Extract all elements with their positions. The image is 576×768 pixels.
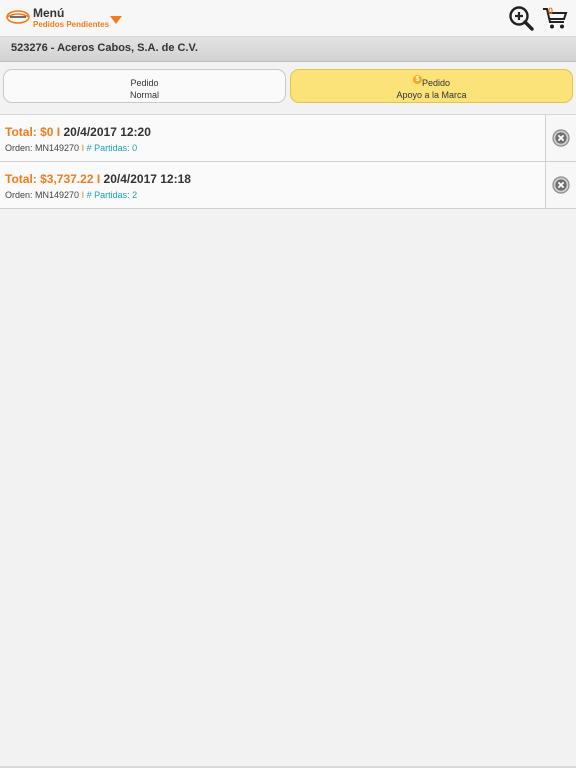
tab-line2: Apoyo a la Marca bbox=[396, 90, 467, 100]
separator: I bbox=[81, 143, 85, 153]
order-number: Orden: MN149270 bbox=[5, 190, 80, 200]
order-type-tabs: Pedido Normal $ Pedido Apoyo a la Marca bbox=[0, 62, 576, 115]
brand-logo-icon[interactable] bbox=[6, 10, 30, 24]
order-total: Total: $3,737.22 bbox=[5, 172, 94, 186]
order-summary: Total: $0 I 20/4/2017 12:20 bbox=[5, 125, 151, 139]
order-row[interactable]: Total: $3,737.22 I 20/4/2017 12:18 Orden… bbox=[0, 162, 576, 209]
customer-bar: 523276 - Aceros Cabos, S.A. de C.V. bbox=[0, 37, 576, 62]
order-item-count: # Partidas: 0 bbox=[86, 143, 138, 153]
tab-line1: Pedido bbox=[130, 78, 159, 88]
shopping-cart-icon[interactable] bbox=[541, 5, 569, 31]
separator: I bbox=[81, 190, 85, 200]
pending-orders-list: Total: $0 I 20/4/2017 12:20 Orden: MN149… bbox=[0, 115, 576, 209]
order-summary: Total: $3,737.22 I 20/4/2017 12:18 bbox=[5, 172, 191, 186]
tab-line1: Pedido bbox=[421, 78, 451, 88]
separator: I bbox=[96, 172, 101, 186]
tab-line2: Normal bbox=[129, 90, 159, 100]
order-details: Orden: MN149270 I # Partidas: 0 bbox=[5, 143, 137, 153]
tab-line1-wrap: $ Pedido bbox=[291, 75, 572, 88]
order-total: Total: $0 bbox=[5, 125, 54, 139]
order-details: Orden: MN149270 I # Partidas: 2 bbox=[5, 190, 137, 200]
order-date: 20/4/2017 12:20 bbox=[63, 125, 151, 139]
close-circle-icon[interactable] bbox=[552, 129, 570, 147]
separator: I bbox=[56, 125, 61, 139]
menu-subtitle[interactable]: Pedidos Pendientes bbox=[33, 20, 109, 29]
menu-button[interactable]: Menú bbox=[33, 6, 64, 20]
order-date: 20/4/2017 12:18 bbox=[103, 172, 191, 186]
delete-order-button[interactable] bbox=[545, 115, 576, 161]
order-row[interactable]: Total: $0 I 20/4/2017 12:20 Orden: MN149… bbox=[0, 115, 576, 162]
top-bar: Menú Pedidos Pendientes 0 bbox=[0, 0, 576, 37]
delete-order-button[interactable] bbox=[545, 162, 576, 208]
order-item-count: # Partidas: 2 bbox=[86, 190, 138, 200]
dollar-coin-icon: $ bbox=[412, 75, 422, 84]
order-number: Orden: MN149270 bbox=[5, 143, 80, 153]
tab-pedido-apoyo[interactable]: $ Pedido Apoyo a la Marca bbox=[290, 69, 573, 103]
tab-pedido-normal[interactable]: Pedido Normal bbox=[3, 69, 286, 103]
zoom-in-icon[interactable] bbox=[508, 5, 534, 31]
chevron-down-icon[interactable] bbox=[110, 16, 122, 24]
customer-label: 523276 - Aceros Cabos, S.A. de C.V. bbox=[11, 42, 198, 54]
cart-count-badge: 0 bbox=[548, 6, 554, 16]
close-circle-icon[interactable] bbox=[552, 176, 570, 194]
